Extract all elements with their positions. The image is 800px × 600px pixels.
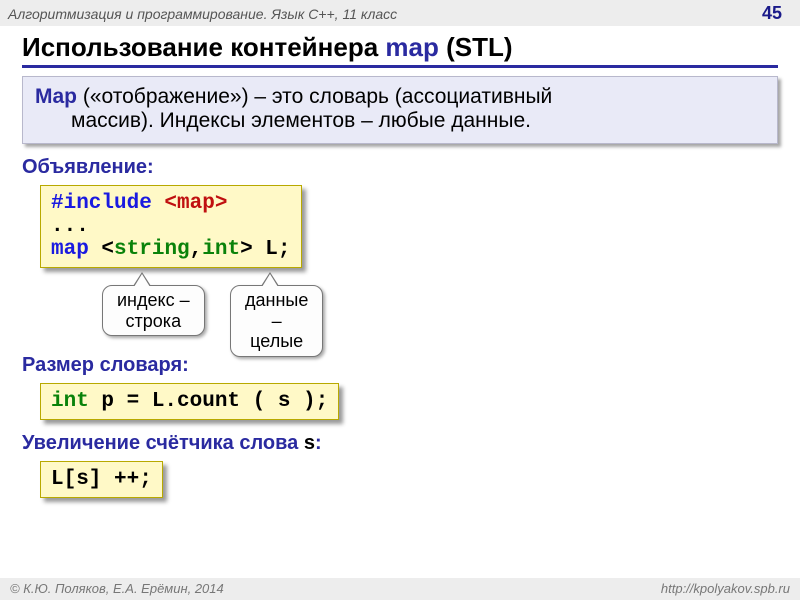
section-declaration: Объявление: <box>22 156 778 179</box>
slide-body: Использование контейнера map (STL) Map (… <box>0 26 800 498</box>
callout-index-l2: строка <box>117 311 190 332</box>
callout-data-l2: целые <box>245 331 308 352</box>
callout-index: индекс – строка <box>102 285 205 336</box>
callout-data-l1: данные – <box>245 290 308 331</box>
callout-data: данные – целые <box>230 285 323 357</box>
code-lt: < <box>101 238 114 261</box>
code-gt: > <box>240 238 253 261</box>
code-size: int p = L.count ( s ); <box>40 383 339 420</box>
definition-lead: Map <box>35 85 77 108</box>
code-size-block: int p = L.count ( s ); <box>40 383 778 420</box>
title-keyword: map <box>385 32 438 62</box>
code-declaration-block: #include <map> ... map <string,int> L; и… <box>40 185 302 268</box>
section-size: Размер словаря: <box>22 354 778 377</box>
code-include-kw: #include <box>51 192 152 215</box>
section-increment: Увеличение счётчика слова s: <box>22 432 778 455</box>
definition-line1: Map («отображение») – это словарь (ассоц… <box>35 85 765 109</box>
code-incr-text: L[s] ++; <box>51 468 152 491</box>
callout-index-l1: индекс – <box>117 290 190 311</box>
code-incr: L[s] ++; <box>40 461 163 498</box>
title-suffix: (STL) <box>439 32 513 62</box>
page-number: 45 <box>762 3 792 24</box>
definition-box: Map («отображение») – это словарь (ассоц… <box>22 76 778 144</box>
section-incr-suffix: : <box>315 432 322 454</box>
subject-text: Алгоритмизация и программирование. Язык … <box>8 6 397 22</box>
code-int-kw: int <box>202 238 240 261</box>
code-size-int: int <box>51 390 89 413</box>
footer-url: http://kpolyakov.spb.ru <box>661 581 790 596</box>
code-size-rest: p = L.count ( s ); <box>89 390 328 413</box>
code-include-header: <map> <box>152 192 228 215</box>
section-incr-prefix: Увеличение счётчика слова <box>22 432 304 454</box>
code-string-kw: string <box>114 238 190 261</box>
section-incr-var: s <box>304 432 315 454</box>
code-incr-block: L[s] ++; <box>40 461 778 498</box>
slide-footer: © К.Ю. Поляков, Е.А. Ерёмин, 2014 http:/… <box>0 578 800 600</box>
footer-copyright: © К.Ю. Поляков, Е.А. Ерёмин, 2014 <box>10 581 224 596</box>
code-decl-tail: L; <box>253 238 291 261</box>
slide-title: Использование контейнера map (STL) <box>22 32 778 68</box>
definition-line2: массив). Индексы элементов – любые данны… <box>35 109 765 133</box>
slide-header: Алгоритмизация и программирование. Язык … <box>0 0 800 26</box>
title-prefix: Использование контейнера <box>22 32 385 62</box>
code-comma: , <box>190 238 203 261</box>
definition-line1-rest: («отображение») – это словарь (ассоциати… <box>77 85 552 108</box>
code-ellipsis: ... <box>51 215 89 238</box>
code-map-kw: map <box>51 238 101 261</box>
code-declaration: #include <map> ... map <string,int> L; <box>40 185 302 268</box>
